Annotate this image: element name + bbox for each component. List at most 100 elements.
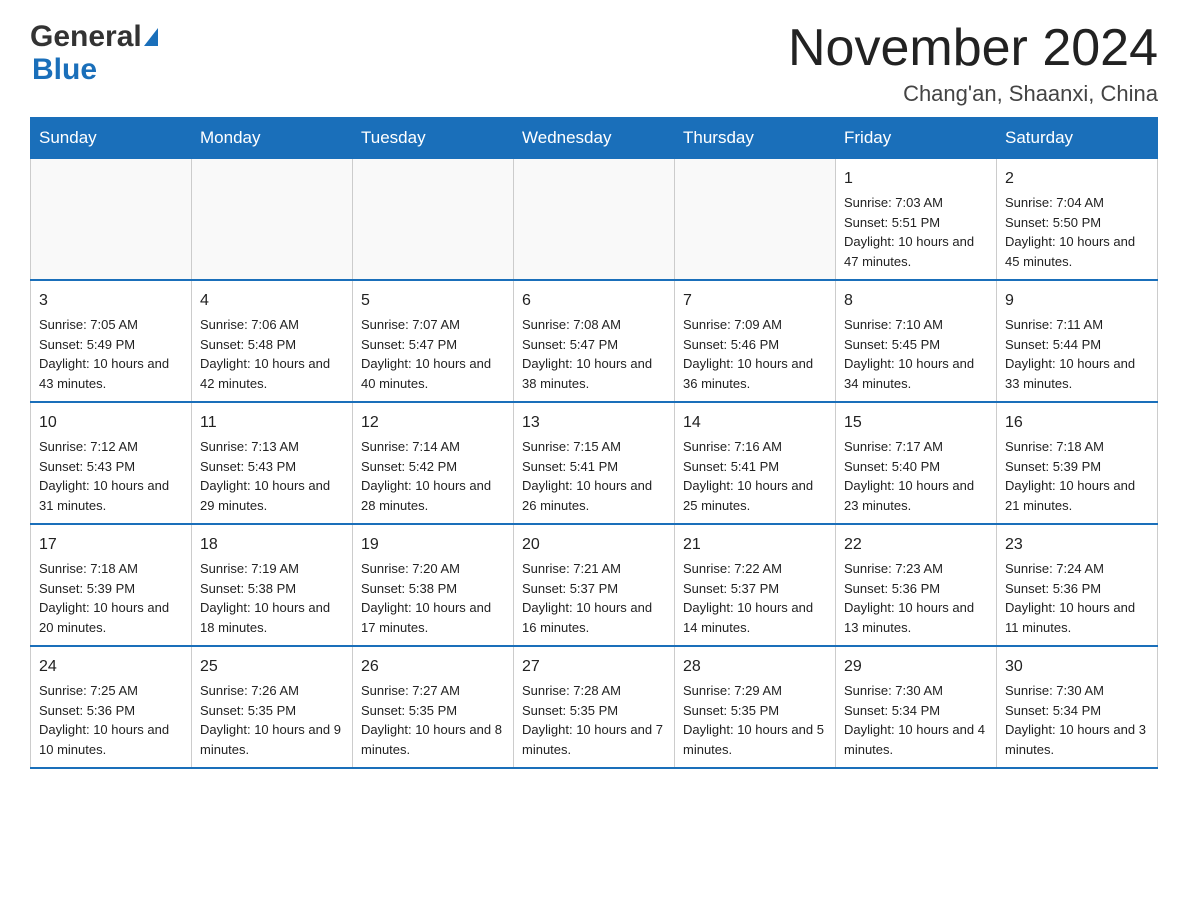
logo: General Blue (30, 20, 158, 86)
logo-line1: General (30, 20, 158, 53)
calendar-cell: 20Sunrise: 7:21 AMSunset: 5:37 PMDayligh… (514, 524, 675, 646)
calendar-location: Chang'an, Shaanxi, China (788, 81, 1158, 107)
day-info: Sunrise: 7:04 AMSunset: 5:50 PMDaylight:… (1005, 193, 1149, 271)
day-info: Sunrise: 7:11 AMSunset: 5:44 PMDaylight:… (1005, 315, 1149, 393)
calendar-cell (353, 159, 514, 281)
day-info: Sunrise: 7:27 AMSunset: 5:35 PMDaylight:… (361, 681, 505, 759)
day-number: 9 (1005, 289, 1149, 313)
calendar-cell (514, 159, 675, 281)
title-section: November 2024 Chang'an, Shaanxi, China (788, 20, 1158, 107)
day-info: Sunrise: 7:19 AMSunset: 5:38 PMDaylight:… (200, 559, 344, 637)
calendar-table: Sunday Monday Tuesday Wednesday Thursday… (30, 117, 1158, 769)
header-saturday: Saturday (997, 118, 1158, 159)
calendar-body: 1Sunrise: 7:03 AMSunset: 5:51 PMDaylight… (31, 159, 1158, 769)
day-number: 20 (522, 533, 666, 557)
day-number: 24 (39, 655, 183, 679)
calendar-cell: 14Sunrise: 7:16 AMSunset: 5:41 PMDayligh… (675, 402, 836, 524)
day-number: 6 (522, 289, 666, 313)
day-info: Sunrise: 7:15 AMSunset: 5:41 PMDaylight:… (522, 437, 666, 515)
day-info: Sunrise: 7:20 AMSunset: 5:38 PMDaylight:… (361, 559, 505, 637)
header-friday: Friday (836, 118, 997, 159)
page-header: General Blue November 2024 Chang'an, Sha… (30, 20, 1158, 107)
day-number: 5 (361, 289, 505, 313)
calendar-header: Sunday Monday Tuesday Wednesday Thursday… (31, 118, 1158, 159)
calendar-cell: 25Sunrise: 7:26 AMSunset: 5:35 PMDayligh… (192, 646, 353, 768)
calendar-cell: 29Sunrise: 7:30 AMSunset: 5:34 PMDayligh… (836, 646, 997, 768)
day-number: 14 (683, 411, 827, 435)
day-info: Sunrise: 7:25 AMSunset: 5:36 PMDaylight:… (39, 681, 183, 759)
day-info: Sunrise: 7:22 AMSunset: 5:37 PMDaylight:… (683, 559, 827, 637)
calendar-cell: 30Sunrise: 7:30 AMSunset: 5:34 PMDayligh… (997, 646, 1158, 768)
calendar-cell: 22Sunrise: 7:23 AMSunset: 5:36 PMDayligh… (836, 524, 997, 646)
calendar-cell (31, 159, 192, 281)
calendar-cell: 18Sunrise: 7:19 AMSunset: 5:38 PMDayligh… (192, 524, 353, 646)
day-number: 11 (200, 411, 344, 435)
header-monday: Monday (192, 118, 353, 159)
day-number: 1 (844, 167, 988, 191)
day-info: Sunrise: 7:10 AMSunset: 5:45 PMDaylight:… (844, 315, 988, 393)
day-number: 21 (683, 533, 827, 557)
calendar-cell: 23Sunrise: 7:24 AMSunset: 5:36 PMDayligh… (997, 524, 1158, 646)
calendar-cell: 3Sunrise: 7:05 AMSunset: 5:49 PMDaylight… (31, 280, 192, 402)
day-number: 25 (200, 655, 344, 679)
calendar-cell: 1Sunrise: 7:03 AMSunset: 5:51 PMDaylight… (836, 159, 997, 281)
day-info: Sunrise: 7:16 AMSunset: 5:41 PMDaylight:… (683, 437, 827, 515)
calendar-cell: 24Sunrise: 7:25 AMSunset: 5:36 PMDayligh… (31, 646, 192, 768)
day-number: 13 (522, 411, 666, 435)
calendar-cell: 13Sunrise: 7:15 AMSunset: 5:41 PMDayligh… (514, 402, 675, 524)
day-number: 2 (1005, 167, 1149, 191)
day-number: 17 (39, 533, 183, 557)
day-info: Sunrise: 7:06 AMSunset: 5:48 PMDaylight:… (200, 315, 344, 393)
calendar-title: November 2024 (788, 20, 1158, 77)
calendar-week-row: 1Sunrise: 7:03 AMSunset: 5:51 PMDaylight… (31, 159, 1158, 281)
calendar-cell (675, 159, 836, 281)
calendar-cell: 10Sunrise: 7:12 AMSunset: 5:43 PMDayligh… (31, 402, 192, 524)
calendar-cell: 26Sunrise: 7:27 AMSunset: 5:35 PMDayligh… (353, 646, 514, 768)
calendar-week-row: 10Sunrise: 7:12 AMSunset: 5:43 PMDayligh… (31, 402, 1158, 524)
day-number: 18 (200, 533, 344, 557)
day-number: 3 (39, 289, 183, 313)
day-info: Sunrise: 7:24 AMSunset: 5:36 PMDaylight:… (1005, 559, 1149, 637)
calendar-week-row: 24Sunrise: 7:25 AMSunset: 5:36 PMDayligh… (31, 646, 1158, 768)
day-number: 19 (361, 533, 505, 557)
calendar-cell: 5Sunrise: 7:07 AMSunset: 5:47 PMDaylight… (353, 280, 514, 402)
day-info: Sunrise: 7:14 AMSunset: 5:42 PMDaylight:… (361, 437, 505, 515)
calendar-cell: 28Sunrise: 7:29 AMSunset: 5:35 PMDayligh… (675, 646, 836, 768)
header-thursday: Thursday (675, 118, 836, 159)
header-sunday: Sunday (31, 118, 192, 159)
day-number: 26 (361, 655, 505, 679)
day-number: 22 (844, 533, 988, 557)
logo-arrow-icon (144, 28, 158, 46)
day-info: Sunrise: 7:12 AMSunset: 5:43 PMDaylight:… (39, 437, 183, 515)
day-info: Sunrise: 7:18 AMSunset: 5:39 PMDaylight:… (39, 559, 183, 637)
header-tuesday: Tuesday (353, 118, 514, 159)
calendar-cell (192, 159, 353, 281)
calendar-week-row: 3Sunrise: 7:05 AMSunset: 5:49 PMDaylight… (31, 280, 1158, 402)
calendar-cell: 11Sunrise: 7:13 AMSunset: 5:43 PMDayligh… (192, 402, 353, 524)
logo-general-text: General (30, 20, 142, 53)
calendar-cell: 4Sunrise: 7:06 AMSunset: 5:48 PMDaylight… (192, 280, 353, 402)
calendar-cell: 7Sunrise: 7:09 AMSunset: 5:46 PMDaylight… (675, 280, 836, 402)
day-number: 28 (683, 655, 827, 679)
day-number: 30 (1005, 655, 1149, 679)
calendar-cell: 15Sunrise: 7:17 AMSunset: 5:40 PMDayligh… (836, 402, 997, 524)
day-info: Sunrise: 7:28 AMSunset: 5:35 PMDaylight:… (522, 681, 666, 759)
day-info: Sunrise: 7:07 AMSunset: 5:47 PMDaylight:… (361, 315, 505, 393)
logo-blue-text: Blue (32, 53, 158, 86)
calendar-cell: 8Sunrise: 7:10 AMSunset: 5:45 PMDaylight… (836, 280, 997, 402)
day-info: Sunrise: 7:05 AMSunset: 5:49 PMDaylight:… (39, 315, 183, 393)
calendar-cell: 2Sunrise: 7:04 AMSunset: 5:50 PMDaylight… (997, 159, 1158, 281)
day-info: Sunrise: 7:09 AMSunset: 5:46 PMDaylight:… (683, 315, 827, 393)
day-info: Sunrise: 7:13 AMSunset: 5:43 PMDaylight:… (200, 437, 344, 515)
day-info: Sunrise: 7:18 AMSunset: 5:39 PMDaylight:… (1005, 437, 1149, 515)
day-number: 15 (844, 411, 988, 435)
day-number: 16 (1005, 411, 1149, 435)
day-number: 10 (39, 411, 183, 435)
day-info: Sunrise: 7:26 AMSunset: 5:35 PMDaylight:… (200, 681, 344, 759)
day-info: Sunrise: 7:30 AMSunset: 5:34 PMDaylight:… (1005, 681, 1149, 759)
day-info: Sunrise: 7:17 AMSunset: 5:40 PMDaylight:… (844, 437, 988, 515)
calendar-cell: 21Sunrise: 7:22 AMSunset: 5:37 PMDayligh… (675, 524, 836, 646)
calendar-cell: 19Sunrise: 7:20 AMSunset: 5:38 PMDayligh… (353, 524, 514, 646)
day-number: 23 (1005, 533, 1149, 557)
calendar-cell: 16Sunrise: 7:18 AMSunset: 5:39 PMDayligh… (997, 402, 1158, 524)
